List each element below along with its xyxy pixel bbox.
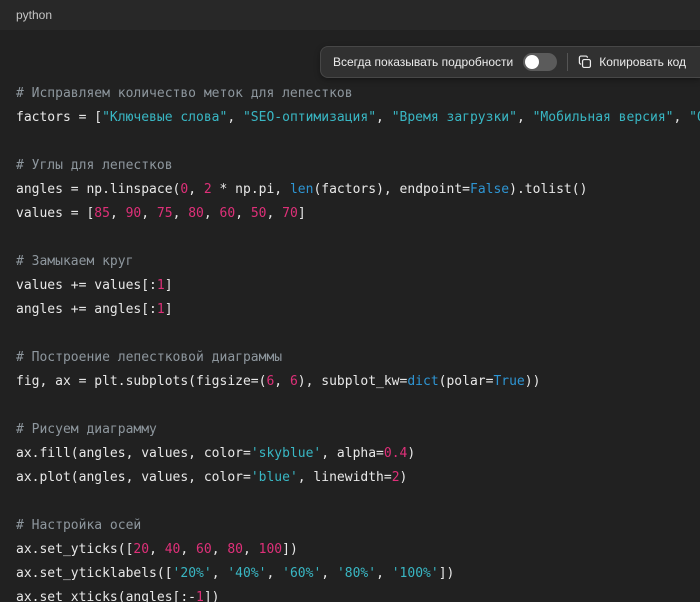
code-block: python # Исправляем количество меток для… <box>0 0 700 602</box>
copy-code-button[interactable]: Копировать код <box>578 55 686 69</box>
always-show-details-label: Всегда показывать подробности <box>333 55 513 69</box>
copy-code-label: Копировать код <box>599 55 686 69</box>
always-show-details-toggle[interactable] <box>523 53 557 71</box>
code-toolbar: Всегда показывать подробности Копировать… <box>320 46 700 78</box>
toolbar-divider <box>567 53 568 71</box>
toggle-knob <box>525 55 539 69</box>
copy-icon <box>578 55 592 69</box>
code-content: # Исправляем количество меток для лепест… <box>16 82 700 602</box>
code-area: # Исправляем количество меток для лепест… <box>0 30 700 602</box>
code-header: python <box>0 0 700 30</box>
code-language-label: python <box>16 8 52 22</box>
